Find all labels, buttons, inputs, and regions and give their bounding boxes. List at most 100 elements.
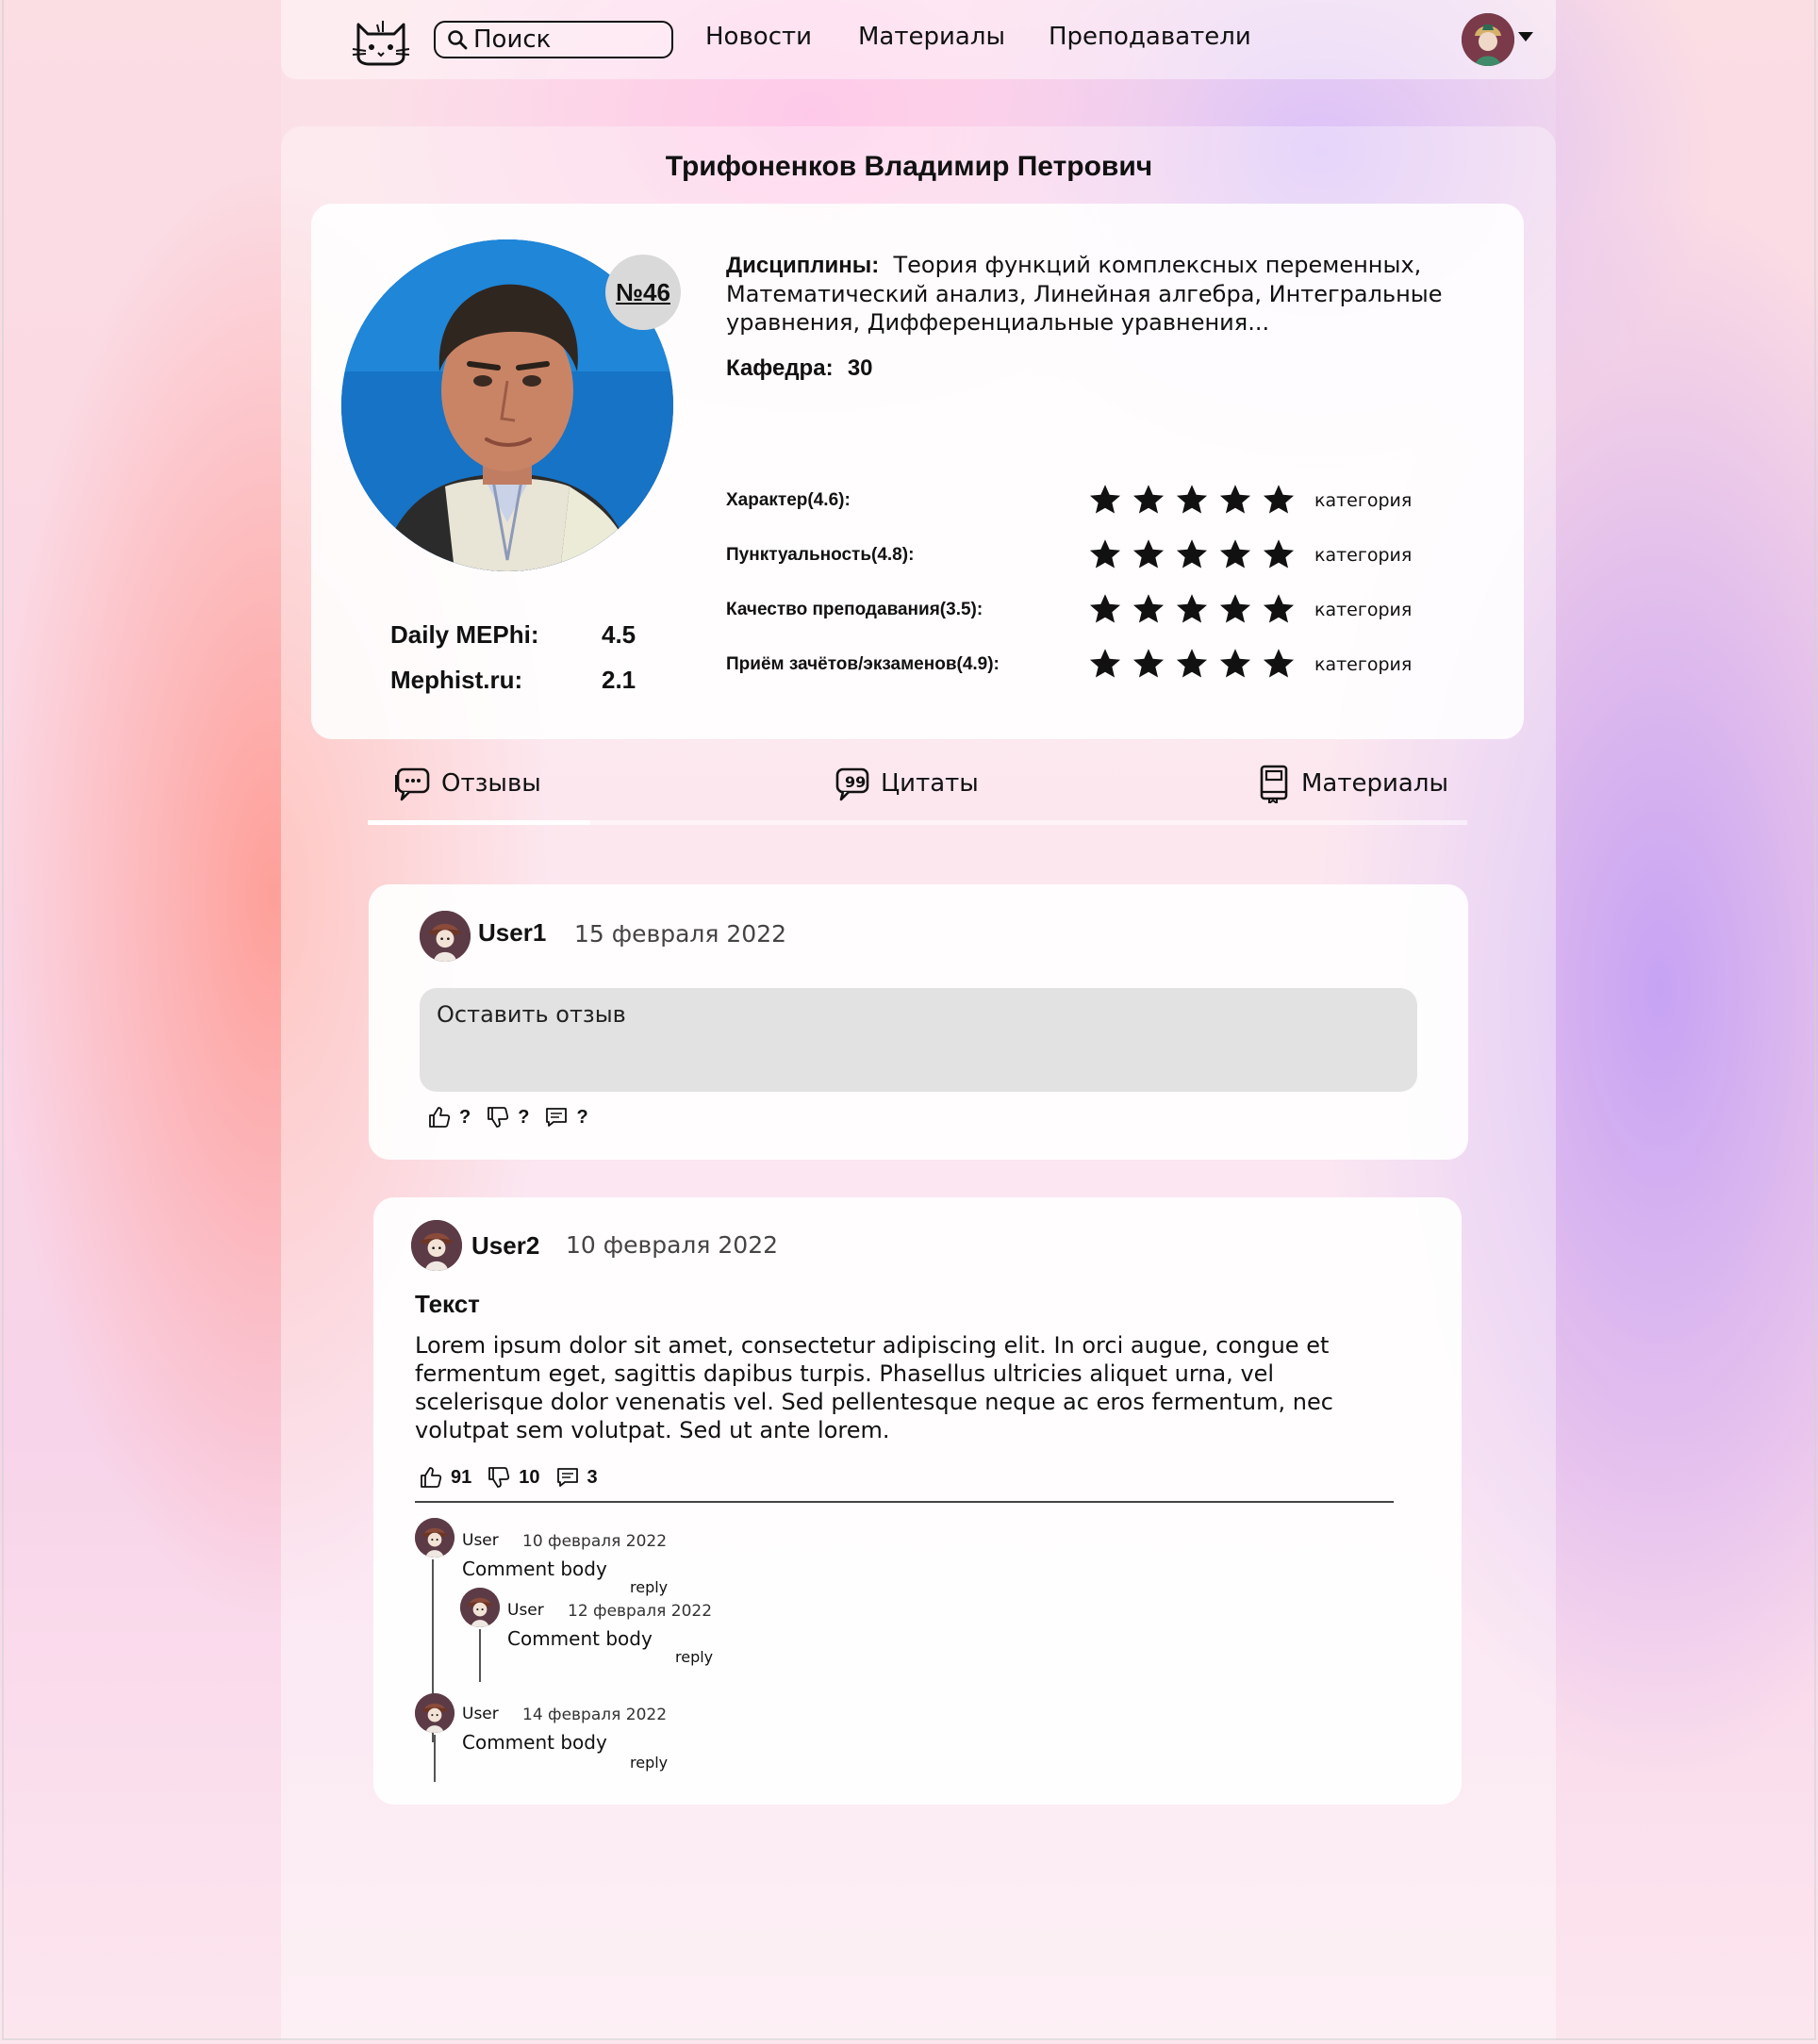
criteria-label: Пунктуальность(4.8): — [726, 545, 915, 565]
criteria-label: Приём зачётов/экзаменов(4.9): — [726, 654, 1000, 674]
tab-reviews[interactable]: Отзывы — [394, 764, 541, 803]
book-icon — [1260, 765, 1288, 803]
external-rating-mephist: Mephist.ru: 2.1 — [390, 666, 636, 695]
external-rating-label: Daily MEPhi: — [390, 620, 539, 649]
external-rating-label: Mephist.ru: — [390, 666, 523, 694]
comments-count: 3 — [587, 1466, 598, 1488]
comment-icon[interactable] — [555, 1465, 580, 1490]
star-icon[interactable] — [1218, 537, 1252, 571]
thumbs-up-icon[interactable] — [427, 1105, 452, 1129]
reply-link[interactable]: reply — [630, 1578, 668, 1596]
comments-count: ? — [576, 1106, 588, 1128]
tab-materials[interactable]: Материалы — [1254, 764, 1448, 803]
nav-link-materials[interactable]: Материалы — [858, 23, 1005, 51]
thumbs-down-icon[interactable] — [486, 1105, 510, 1129]
star-icon[interactable] — [1088, 537, 1122, 571]
thumbs-up-icon[interactable] — [419, 1465, 443, 1490]
rank-badge: №46 — [605, 255, 681, 330]
disciplines: Дисциплины: Теория функций комплексных п… — [726, 251, 1499, 337]
star-icon[interactable] — [1088, 483, 1122, 517]
cat-logo-icon[interactable] — [351, 15, 411, 68]
likes-count: ? — [459, 1106, 471, 1128]
review-date: 15 февраля 2022 — [574, 920, 787, 948]
review-body: Lorem ipsum dolor sit amet, consectetur … — [415, 1332, 1333, 1443]
department-label: Кафедра: — [726, 355, 834, 381]
tab-bar: Отзывы 99 Цитаты Материалы — [368, 764, 1467, 825]
chevron-down-icon[interactable] — [1518, 32, 1533, 41]
search-input[interactable] — [473, 25, 662, 54]
teacher-profile-card: №46 Daily MEPhi: 4.5 Mephist.ru: 2.1 Дис… — [311, 204, 1524, 739]
star-icon[interactable] — [1262, 483, 1296, 517]
criteria-category: категория — [1314, 600, 1413, 620]
thread-line — [434, 1735, 436, 1782]
reply-link[interactable]: reply — [675, 1648, 713, 1666]
reply-link[interactable]: reply — [630, 1754, 668, 1772]
star-icon[interactable] — [1088, 647, 1122, 681]
nav-link-teachers[interactable]: Преподаватели — [1049, 23, 1251, 51]
star-icon[interactable] — [1262, 537, 1296, 571]
comment-date: 12 февраля 2022 — [568, 1602, 713, 1621]
likes-count: 91 — [451, 1466, 472, 1488]
star-icon[interactable] — [1218, 647, 1252, 681]
comment-icon[interactable] — [544, 1105, 569, 1129]
quote-bubble-icon: 99 — [835, 767, 869, 801]
user-avatar[interactable] — [1462, 13, 1514, 66]
thread-line — [479, 1629, 481, 1682]
review-author[interactable]: User1 — [478, 918, 546, 948]
review-textarea[interactable] — [420, 988, 1417, 1092]
comment-body: Comment body — [462, 1558, 607, 1580]
external-rating-value: 2.1 — [602, 666, 636, 694]
comment-body: Comment body — [507, 1627, 653, 1650]
dislikes-count: ? — [518, 1106, 530, 1128]
star-icon[interactable] — [1262, 592, 1296, 626]
star-icon[interactable] — [1218, 592, 1252, 626]
star-icon[interactable] — [1132, 483, 1165, 517]
external-rating-daily-mephi: Daily MEPhi: 4.5 — [390, 620, 636, 650]
svg-text:99: 99 — [845, 773, 866, 791]
comment-date: 14 февраля 2022 — [522, 1706, 668, 1724]
external-rating-value: 4.5 — [602, 620, 636, 649]
comment-author[interactable]: User — [507, 1601, 544, 1620]
search-box[interactable] — [434, 21, 673, 58]
star-icon[interactable] — [1132, 537, 1165, 571]
star-rating[interactable] — [1088, 483, 1296, 517]
star-icon[interactable] — [1262, 647, 1296, 681]
criteria-label: Качество преподавания(3.5): — [726, 600, 983, 619]
star-icon[interactable] — [1175, 483, 1209, 517]
avatar[interactable] — [420, 911, 471, 962]
star-rating[interactable] — [1088, 537, 1296, 571]
tab-active-indicator — [368, 820, 590, 825]
avatar[interactable] — [411, 1220, 462, 1271]
avatar[interactable] — [415, 1693, 454, 1733]
criteria-category: категория — [1314, 490, 1413, 511]
star-rating[interactable] — [1088, 592, 1296, 626]
star-icon[interactable] — [1218, 483, 1252, 517]
disciplines-label: Дисциплины: — [726, 253, 880, 278]
star-icon[interactable] — [1132, 647, 1165, 681]
department: Кафедра: 30 — [726, 354, 873, 382]
divider — [415, 1501, 1394, 1503]
comment-date: 10 февраля 2022 — [522, 1532, 668, 1551]
star-icon[interactable] — [1175, 647, 1209, 681]
thumbs-down-icon[interactable] — [487, 1465, 511, 1490]
tab-label: Цитаты — [881, 769, 979, 798]
tab-quotes[interactable]: 99 Цитаты — [834, 764, 979, 803]
comment-author[interactable]: User — [462, 1531, 499, 1550]
avatar[interactable] — [415, 1518, 454, 1558]
criteria-category: категория — [1314, 545, 1413, 566]
star-icon[interactable] — [1175, 537, 1209, 571]
department-value: 30 — [847, 355, 873, 381]
star-rating[interactable] — [1088, 647, 1296, 681]
nav-link-news[interactable]: Новости — [705, 23, 812, 51]
avatar[interactable] — [460, 1588, 500, 1627]
tab-label: Отзывы — [441, 769, 541, 798]
star-icon[interactable] — [1132, 592, 1165, 626]
review-heading: Текст — [415, 1290, 480, 1318]
search-icon — [448, 30, 468, 50]
comment-author[interactable]: User — [462, 1705, 499, 1723]
review-author[interactable]: User2 — [471, 1231, 539, 1261]
star-icon[interactable] — [1088, 592, 1122, 626]
star-icon[interactable] — [1175, 592, 1209, 626]
review-card: User2 10 февраля 2022 Текст Lorem ipsum … — [373, 1197, 1462, 1805]
new-review-card: User1 15 февраля 2022 ? ? ? — [369, 884, 1468, 1160]
